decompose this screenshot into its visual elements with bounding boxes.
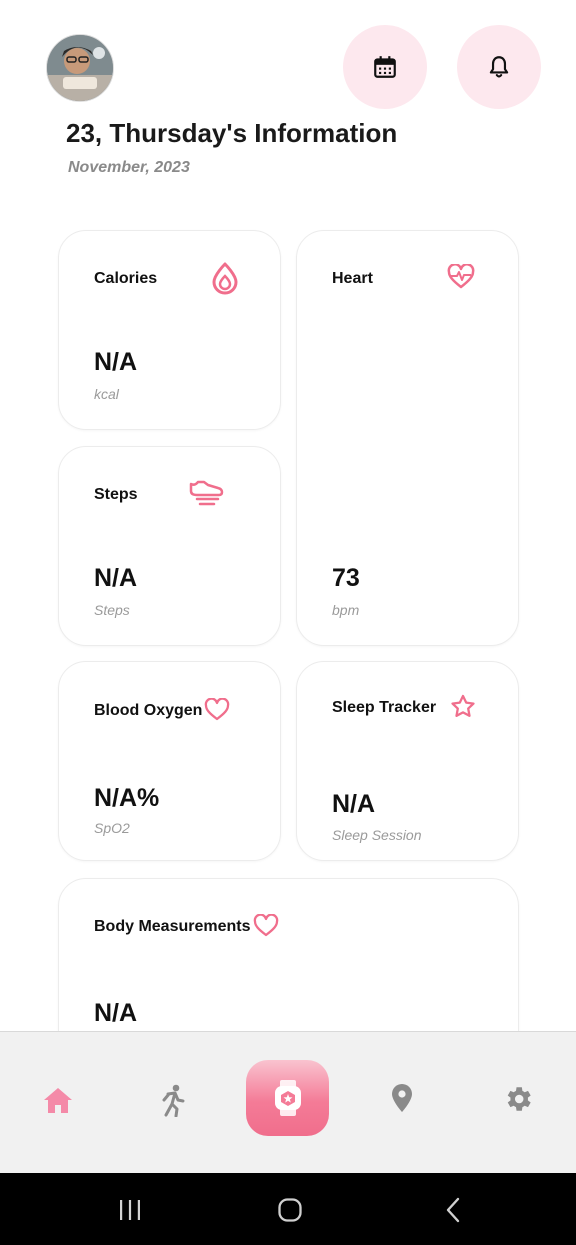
calories-value: N/A	[94, 348, 138, 376]
heart-outline-icon	[204, 698, 230, 721]
page-title: 23, Thursday's Information	[66, 118, 398, 148]
nav-settings[interactable]	[497, 1078, 539, 1120]
steps-unit: Steps	[94, 602, 130, 618]
blood-oxygen-value: N/A%	[94, 784, 160, 812]
run-icon	[162, 1084, 185, 1117]
sleep-tracker-value: N/A	[332, 790, 376, 818]
watch-icon	[274, 1080, 301, 1116]
back-button[interactable]	[434, 1193, 474, 1227]
body-measurements-label: Body Measurements	[94, 918, 251, 935]
calories-label: Calories	[94, 270, 158, 287]
heart-label: Heart	[332, 270, 373, 287]
drop-icon	[212, 262, 238, 295]
body-measurements-value: N/A	[94, 999, 138, 1027]
heart-outline-icon	[253, 914, 279, 937]
steps-card[interactable]: Steps N/A Steps	[58, 446, 281, 646]
heart-pulse-icon	[447, 264, 475, 289]
steps-value: N/A	[94, 564, 138, 592]
blood-oxygen-label: Blood Oxygen	[94, 702, 203, 719]
bell-icon	[489, 56, 509, 78]
shoe-icon	[189, 480, 224, 506]
heart-unit: bpm	[332, 602, 360, 618]
recents-icon	[120, 1200, 140, 1220]
avatar[interactable]	[46, 34, 114, 102]
page-subtitle: November, 2023	[68, 159, 190, 176]
star-outline-icon	[451, 694, 475, 717]
heart-card[interactable]: Heart 73 bpm	[296, 230, 519, 646]
notifications-button[interactable]	[457, 25, 541, 109]
watch-center-button[interactable]	[246, 1060, 329, 1136]
calendar-button[interactable]	[343, 25, 427, 109]
steps-label: Steps	[94, 486, 138, 503]
location-pin-icon	[392, 1084, 412, 1112]
back-icon	[446, 1197, 460, 1223]
home-icon	[44, 1088, 72, 1113]
blood-oxygen-card[interactable]: Blood Oxygen N/A% SpO2	[58, 661, 281, 861]
calories-card[interactable]: Calories N/A kcal	[58, 230, 281, 430]
user-avatar-image	[47, 35, 113, 101]
blood-oxygen-unit: SpO2	[94, 820, 130, 836]
sleep-tracker-card[interactable]: Sleep Tracker N/A Sleep Session	[296, 661, 519, 861]
sleep-tracker-label: Sleep Tracker	[332, 699, 437, 716]
nav-home[interactable]	[38, 1080, 78, 1120]
system-home-button[interactable]	[270, 1193, 310, 1227]
calendar-icon	[374, 56, 396, 78]
bottom-navigation	[0, 1031, 576, 1174]
calories-unit: kcal	[94, 386, 119, 402]
heart-value: 73	[332, 564, 360, 592]
settings-gear-icon	[507, 1087, 531, 1111]
sleep-tracker-unit: Sleep Session	[332, 827, 422, 843]
system-navigation-bar	[0, 1173, 576, 1245]
home-circle-icon	[278, 1198, 302, 1222]
nav-location[interactable]	[382, 1078, 422, 1118]
recents-button[interactable]	[110, 1195, 150, 1225]
nav-activity[interactable]	[152, 1080, 192, 1120]
